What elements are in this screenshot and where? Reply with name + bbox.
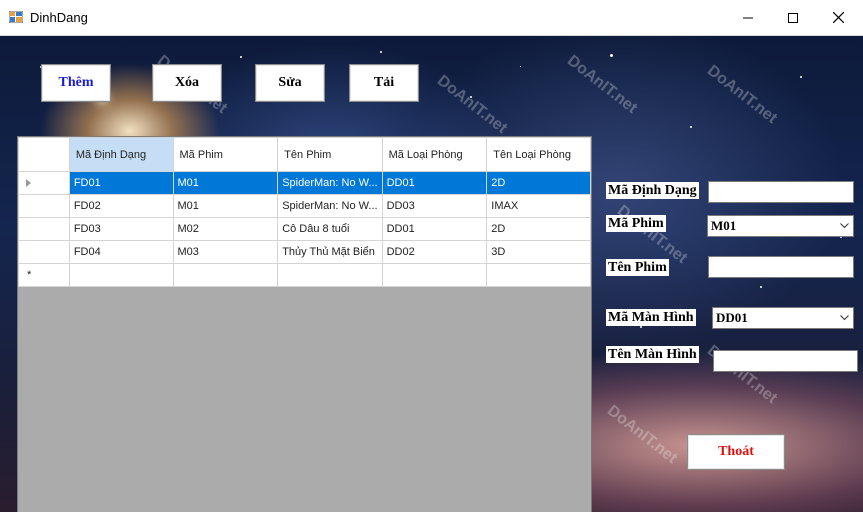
movie-code-selected: M01 <box>711 218 737 233</box>
chevron-down-icon[interactable] <box>836 216 853 236</box>
screen-code-combobox[interactable]: DD01 <box>712 307 854 329</box>
movie-name-input[interactable] <box>708 256 854 278</box>
watermark: DoAnIT.net <box>433 72 511 138</box>
table-row[interactable]: FD03 M02 Cô Dâu 8 tuổi DD01 2D <box>18 217 591 241</box>
screen-code-selected: DD01 <box>716 310 748 325</box>
grid-header-row: Mã Định Dạng Mã Phim Tên Phim Mã Loại Ph… <box>18 137 591 172</box>
grid-cell[interactable]: SpiderMan: No W... <box>277 194 383 218</box>
grid-cell[interactable]: FD01 <box>68 171 174 195</box>
title-bar: DinhDang <box>0 0 863 36</box>
watermark: DoAnIT.net <box>703 62 781 128</box>
new-row[interactable]: * <box>18 263 591 287</box>
grid-cell[interactable]: Cô Dâu 8 tuổi <box>277 217 383 241</box>
grid-table: Mã Định Dạng Mã Phim Tên Phim Mã Loại Ph… <box>18 137 591 287</box>
grid-cell[interactable]: FD03 <box>68 217 174 241</box>
chevron-down-icon[interactable] <box>836 308 853 328</box>
column-header[interactable]: Tên Loại Phòng <box>486 137 591 172</box>
screen-name-label: Tên Màn Hình <box>606 346 699 363</box>
row-header[interactable] <box>18 171 70 195</box>
column-header[interactable]: Tên Phim <box>277 137 383 172</box>
grid-cell[interactable]: FD04 <box>68 240 174 264</box>
grid-cell[interactable]: M03 <box>172 240 279 264</box>
table-row[interactable]: FD01 M01 SpiderMan: No W... DD01 2D <box>18 171 591 195</box>
row-header[interactable] <box>18 240 70 264</box>
column-header[interactable]: Mã Định Dạng <box>68 137 174 172</box>
minimize-icon <box>743 17 753 18</box>
movie-code-label: Mã Phim <box>606 215 666 232</box>
edit-button[interactable]: Sửa <box>255 64 325 102</box>
watermark: DoAnIT.net <box>563 52 641 118</box>
grid-cell[interactable]: M02 <box>172 217 279 241</box>
maximize-button[interactable] <box>770 0 816 35</box>
grid-cell[interactable]: FD02 <box>68 194 174 218</box>
row-header[interactable] <box>18 194 70 218</box>
grid-cell[interactable] <box>486 263 591 287</box>
grid-cell[interactable]: 3D <box>486 240 591 264</box>
grid-cell[interactable]: DD01 <box>381 171 488 195</box>
close-icon <box>832 12 844 23</box>
grid-cell[interactable]: DD02 <box>381 240 488 264</box>
format-code-input[interactable] <box>708 181 854 203</box>
reload-button[interactable]: Tải <box>349 64 419 102</box>
column-header[interactable]: Mã Phim <box>172 137 279 172</box>
movie-code-combobox[interactable]: M01 <box>707 215 854 237</box>
grid-cell[interactable] <box>277 263 383 287</box>
watermark: DoAnIT.net <box>613 202 691 268</box>
table-row[interactable]: FD02 M01 SpiderMan: No W... DD03 IMAX <box>18 194 591 218</box>
grid-cell[interactable]: 2D <box>486 217 591 241</box>
movie-name-label: Tên Phim <box>606 259 669 276</box>
grid-cell[interactable]: Thủy Thủ Mặt Biển <box>277 240 383 264</box>
delete-button[interactable]: Xóa <box>152 64 222 102</box>
row-header[interactable] <box>18 217 70 241</box>
add-button[interactable]: Thêm <box>41 64 111 102</box>
exit-button[interactable]: Thoát <box>687 434 785 470</box>
window-title: DinhDang <box>30 10 88 25</box>
current-row-arrow-icon <box>26 179 31 187</box>
grid-cell[interactable]: IMAX <box>486 194 591 218</box>
new-row-marker: * <box>18 263 70 287</box>
grid-cell[interactable] <box>68 263 174 287</box>
grid-cell[interactable]: SpiderMan: No W... <box>277 171 383 195</box>
grid-cell[interactable]: 2D <box>486 171 591 195</box>
data-grid[interactable]: Mã Định Dạng Mã Phim Tên Phim Mã Loại Ph… <box>17 136 592 512</box>
form-background: DoAnIT.net DoAnIT.net DoAnIT.net DoAnIT.… <box>0 36 863 512</box>
maximize-icon <box>788 12 798 23</box>
table-row[interactable]: FD04 M03 Thủy Thủ Mặt Biển DD02 3D <box>18 240 591 264</box>
grid-corner-header[interactable] <box>18 137 70 172</box>
grid-cell[interactable] <box>172 263 279 287</box>
screen-code-label: Mã Màn Hình <box>606 309 696 326</box>
grid-cell[interactable]: DD01 <box>381 217 488 241</box>
column-header[interactable]: Mã Loại Phòng <box>381 137 488 172</box>
app-icon <box>9 11 23 23</box>
close-button[interactable] <box>815 0 861 35</box>
minimize-button[interactable] <box>725 0 771 35</box>
screen-name-input[interactable] <box>713 350 858 372</box>
watermark: DoAnIT.net <box>603 402 681 468</box>
grid-cell[interactable]: M01 <box>172 194 279 218</box>
grid-cell[interactable]: DD03 <box>381 194 488 218</box>
grid-cell[interactable]: M01 <box>172 171 279 195</box>
grid-cell[interactable] <box>381 263 488 287</box>
format-code-label: Mã Định Dạng <box>606 182 699 199</box>
